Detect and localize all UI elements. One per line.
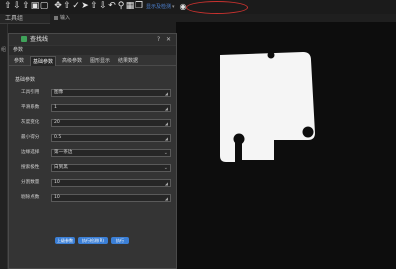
display-mode-label: 显示及检测 [146, 4, 172, 10]
row-label-reject-points: 剔除点数 [21, 195, 40, 200]
reject-points-field[interactable]: 10 ◢ [51, 194, 171, 202]
tab-result-data[interactable]: 结果数据 [115, 56, 141, 66]
min-score-value: 0.5 [54, 135, 62, 140]
left-strip-label: 组 [1, 47, 7, 53]
chevron-down-icon: ⌄ [163, 165, 168, 171]
row-label-tool-ref: 工具引用 [21, 90, 40, 95]
tool-group-tab[interactable]: 工具组 [0, 14, 50, 24]
image-canvas[interactable] [176, 22, 396, 269]
smooth-value: 1 [54, 105, 57, 110]
row-label-gray-change: 灰度变化 [21, 120, 40, 125]
smooth-field[interactable]: 1 ◢ [51, 104, 171, 112]
tool-group-label: 工具组 [5, 15, 24, 22]
display-mode-dropdown[interactable]: 显示及检测▾ [146, 3, 175, 11]
row-label-edge-select: 边缘选择 [21, 150, 40, 155]
min-score-field[interactable]: 0.5 ◢ [51, 134, 171, 142]
tool-ref-field[interactable]: 图像 ◢ [51, 89, 171, 97]
image-tab-icon [54, 15, 58, 20]
dialog-title: 查找线 [30, 36, 49, 43]
param-header-label: 参数 [13, 47, 24, 53]
tab-graphic-display[interactable]: 图形显示 [87, 56, 113, 66]
image-tab-label: 输入 [60, 15, 71, 21]
row-label-min-score: 最小得分 [21, 135, 40, 140]
tab-basic-params[interactable]: 基础参数 [30, 56, 56, 66]
row-label-smooth: 平滑系数 [21, 105, 40, 110]
tab-params[interactable]: 参数 [12, 56, 26, 66]
tab-advanced-params[interactable]: 高级参数 [59, 56, 85, 66]
tool-ref-value: 图像 [54, 90, 64, 95]
highlight-ellipse [186, 1, 248, 14]
dialog-title-bar[interactable]: 查找线 ? ✕ [9, 34, 176, 45]
resize-corner-icon: ◢ [164, 91, 168, 96]
close-icon[interactable]: ✕ [166, 35, 171, 44]
reject-points-value: 10 [54, 195, 60, 200]
param-tabs: 参数 基础参数 高级参数 图形显示 结果数据 [9, 56, 176, 66]
resize-corner-icon: ◢ [164, 106, 168, 111]
tool-logo-icon [21, 36, 27, 42]
unlock-icon[interactable]: ▢ [39, 1, 49, 12]
gray-change-value: 20 [54, 120, 60, 125]
top-toolbar: ⇧ ⇩ ⇪ ▣ ▢ ✥ ⇧ ✓ ➤ ⇧ ⇩ ↶ ⚲ ▦ ❐ 显示及检测▾ ◉ [0, 0, 396, 14]
polarity-value: 白到黑 [54, 165, 68, 170]
param-header: 参数 [9, 46, 176, 55]
metal-part-image [220, 51, 315, 162]
find-line-dialog: 查找线 ? ✕ 参数 参数 基础参数 高级参数 图形显示 结果数据 基础参数 工… [8, 33, 177, 269]
polarity-dropdown[interactable]: 白到黑 ⌄ [51, 164, 171, 172]
run-detect-button[interactable]: 执行检测(R) [78, 237, 108, 244]
execute-button[interactable]: 执行 [111, 237, 129, 244]
row-label-polarity: 搜索极性 [21, 165, 40, 170]
resize-corner-icon: ◢ [164, 121, 168, 126]
edge-select-dropdown[interactable]: 第一条边 ⌄ [51, 149, 171, 157]
chevron-down-icon: ▾ [172, 4, 175, 10]
image-tab[interactable]: 输入 [54, 14, 92, 22]
edge-select-value: 第一条边 [54, 150, 73, 155]
row-label-split-count: 分割数量 [21, 180, 40, 185]
left-strip: 组 [0, 24, 8, 269]
help-icon[interactable]: ? [157, 35, 160, 44]
chevron-down-icon: ⌄ [163, 150, 168, 156]
gray-change-field[interactable]: 20 ◢ [51, 119, 171, 127]
resize-corner-icon: ◢ [164, 196, 168, 201]
resize-corner-icon: ◢ [164, 136, 168, 141]
split-count-field[interactable]: 10 ◢ [51, 179, 171, 187]
layers-icon[interactable]: ❐ [134, 1, 144, 12]
split-count-value: 10 [54, 180, 60, 185]
resize-corner-icon: ◢ [164, 181, 168, 186]
section-title: 基础参数 [15, 77, 36, 83]
parent-params-button[interactable]: 上级参数 [55, 237, 75, 244]
